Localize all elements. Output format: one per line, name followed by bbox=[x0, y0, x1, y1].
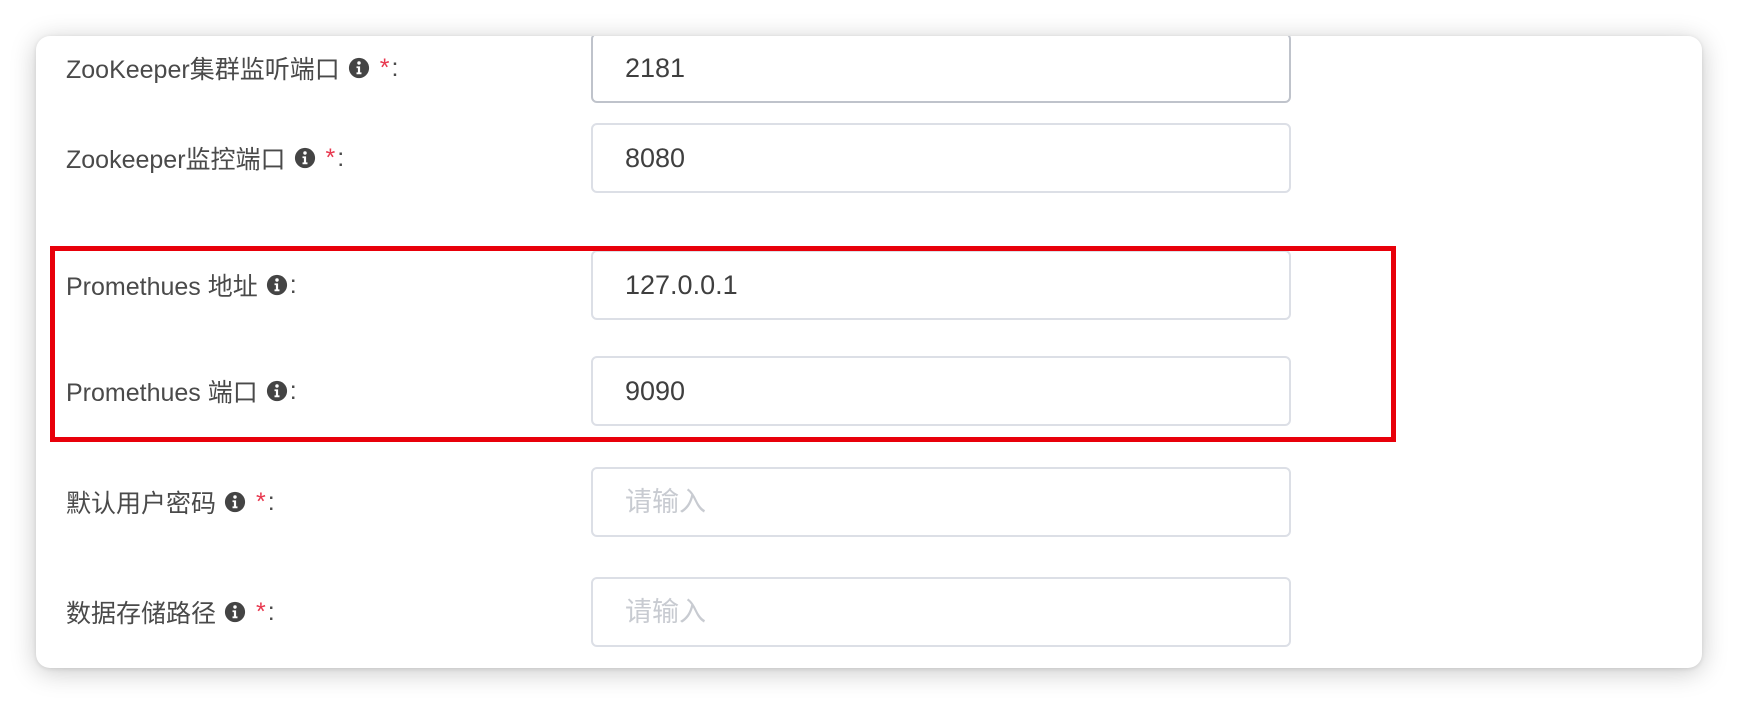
field-label: ZooKeeper集群监听端口 * : bbox=[66, 36, 398, 103]
info-circle-icon[interactable] bbox=[224, 601, 246, 623]
label-colon: : bbox=[267, 487, 275, 516]
field-label-text: Zookeeper监控端口 bbox=[66, 146, 286, 174]
label-colon: : bbox=[267, 597, 275, 626]
info-circle-icon[interactable] bbox=[348, 57, 370, 79]
field-label-text: 数据存储路径 bbox=[66, 600, 217, 628]
prometheus-address-input[interactable] bbox=[591, 250, 1291, 320]
field-label-text: Promethues 端口 bbox=[66, 379, 258, 407]
info-circle-icon[interactable] bbox=[266, 380, 288, 402]
prometheus-port-input[interactable] bbox=[591, 356, 1291, 426]
default-user-password-input[interactable] bbox=[591, 467, 1291, 537]
config-form-panel: ZooKeeper集群监听端口 * : Zookeeper监控端口 * : Pr… bbox=[36, 36, 1702, 668]
field-label: 默认用户密码 * : bbox=[66, 467, 275, 537]
label-colon: : bbox=[391, 53, 399, 82]
field-label: 数据存储路径 * : bbox=[66, 577, 275, 647]
field-label: Promethues 地址 : bbox=[66, 250, 297, 320]
form-row-prometheus-port: Promethues 端口 : bbox=[36, 356, 1702, 426]
form-row-default-user-password: 默认用户密码 * : bbox=[36, 467, 1702, 537]
info-circle-icon[interactable] bbox=[266, 274, 288, 296]
label-colon: : bbox=[289, 376, 297, 405]
field-label-text: ZooKeeper集群监听端口 bbox=[66, 56, 340, 84]
form-row-zookeeper-monitor-port: Zookeeper监控端口 * : bbox=[36, 123, 1702, 193]
form-row-prometheus-address: Promethues 地址 : bbox=[36, 250, 1702, 320]
field-label-text: 默认用户密码 bbox=[66, 490, 217, 518]
form-row-data-storage-path: 数据存储路径 * : bbox=[36, 577, 1702, 647]
field-label: Promethues 端口 : bbox=[66, 356, 297, 426]
data-storage-path-input[interactable] bbox=[591, 577, 1291, 647]
info-circle-icon[interactable] bbox=[294, 147, 316, 169]
zookeeper-cluster-port-input[interactable] bbox=[591, 36, 1291, 103]
required-mark: * bbox=[256, 597, 266, 626]
info-circle-icon[interactable] bbox=[224, 491, 246, 513]
required-mark: * bbox=[256, 487, 266, 516]
label-colon: : bbox=[337, 143, 345, 172]
field-label-text: Promethues 地址 bbox=[66, 273, 258, 301]
required-mark: * bbox=[379, 53, 390, 82]
zookeeper-monitor-port-input[interactable] bbox=[591, 123, 1291, 193]
required-mark: * bbox=[325, 143, 336, 172]
label-colon: : bbox=[289, 270, 297, 299]
form-row-zookeeper-cluster-port: ZooKeeper集群监听端口 * : bbox=[36, 36, 1702, 103]
field-label: Zookeeper监控端口 * : bbox=[66, 123, 344, 193]
